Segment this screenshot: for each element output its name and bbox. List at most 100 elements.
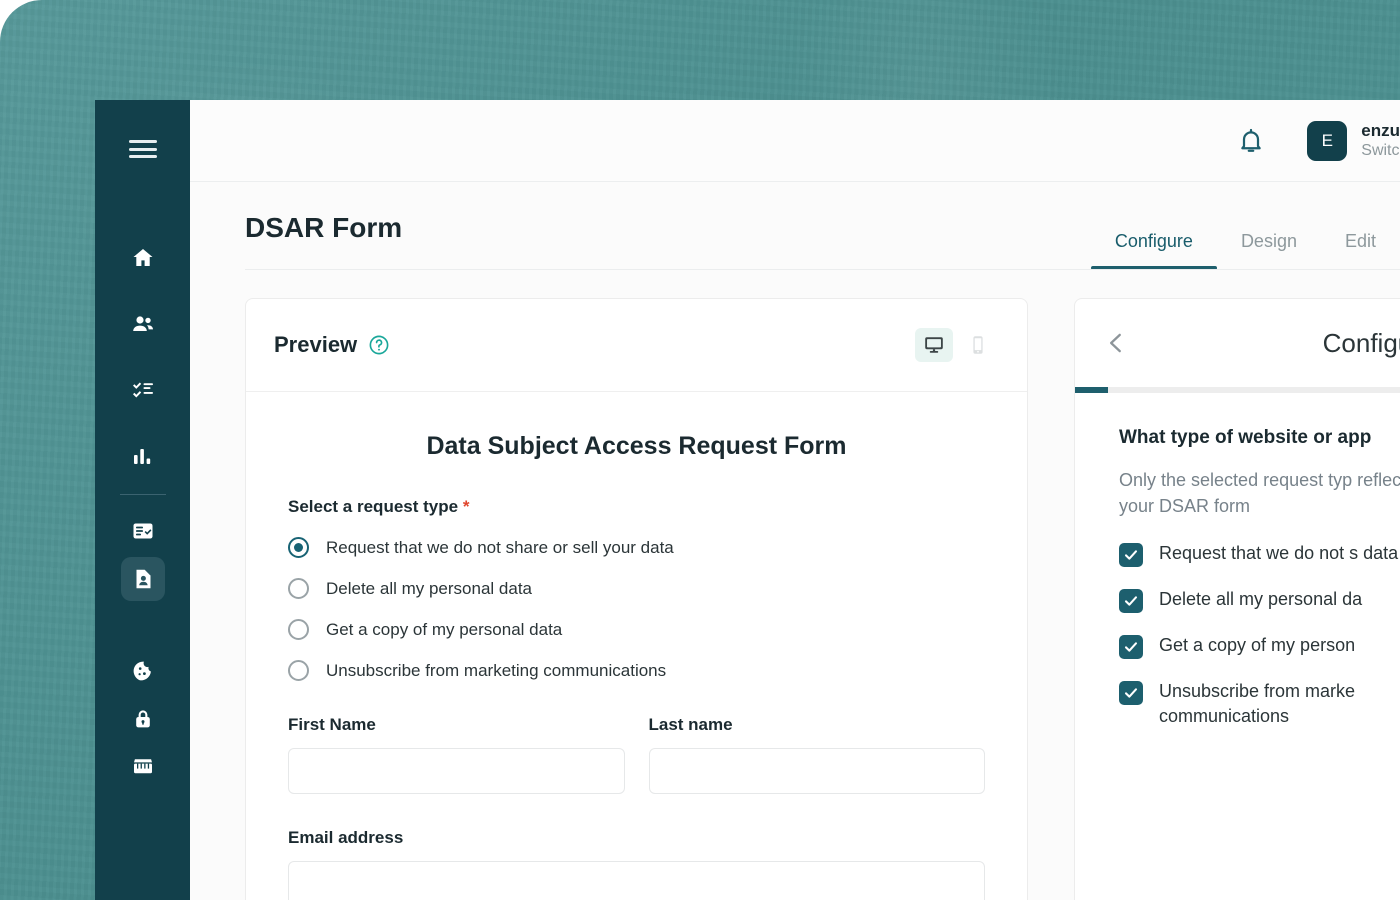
- mobile-view-button[interactable]: [959, 328, 997, 362]
- email-group: Email address: [288, 828, 985, 900]
- back-button[interactable]: [1101, 328, 1131, 358]
- preview-header: Preview: [246, 299, 1027, 392]
- checkbox-option[interactable]: Delete all my personal da: [1119, 587, 1400, 613]
- sidebar-item-people[interactable]: [121, 302, 165, 346]
- preview-label: Preview: [274, 332, 358, 357]
- app-window: E enzu Switc DSAR Form Configure Design …: [95, 100, 1400, 900]
- sidebar: [95, 100, 190, 900]
- checkbox-label: Get a copy of my person: [1159, 634, 1356, 655]
- preview-body: Data Subject Access Request Form Select …: [246, 392, 1027, 900]
- radio-option[interactable]: Request that we do not share or sell you…: [288, 537, 985, 558]
- configure-panel-body: What type of website or app Only the sel…: [1075, 393, 1400, 729]
- bar-chart-icon: [131, 444, 155, 468]
- radio-label: Request that we do not share or sell you…: [326, 537, 674, 557]
- sidebar-item-analytics[interactable]: [121, 434, 165, 478]
- top-bar: E enzu Switc: [190, 100, 1400, 182]
- request-type-label: Select a request type *: [288, 497, 985, 517]
- progress-bar-fill: [1075, 387, 1108, 393]
- people-icon: [131, 312, 155, 336]
- radio-indicator: [288, 578, 309, 599]
- account-text: enzu Switc: [1361, 120, 1400, 161]
- sidebar-secondary-group: [120, 509, 165, 601]
- hamburger-menu-icon[interactable]: [128, 140, 157, 158]
- checkbox-indicator: [1119, 680, 1143, 705]
- checkbox-indicator: [1119, 542, 1143, 567]
- chevron-left-icon: [1103, 330, 1129, 356]
- form-check-icon: [131, 519, 155, 543]
- hamburger-bar: [128, 155, 157, 158]
- last-name-group: Last name: [648, 715, 985, 794]
- hamburger-bar: [128, 147, 157, 151]
- checklist-icon: [131, 378, 155, 402]
- preview-card: Preview Data Subject Access Request Form…: [245, 298, 1028, 900]
- checkbox-label: Unsubscribe from marke communications: [1159, 680, 1356, 727]
- request-type-checkboxes: Request that we do not s data Delete all…: [1119, 541, 1400, 729]
- sidebar-item-tasks[interactable]: [121, 368, 165, 412]
- request-type-label-text: Select a request type: [288, 497, 459, 516]
- desktop-icon: [923, 334, 945, 356]
- checkbox-label: Delete all my personal da: [1159, 588, 1363, 609]
- tab-bar: Configure Design Edit: [1090, 231, 1400, 270]
- view-toggle: [915, 328, 997, 362]
- request-type-options: Request that we do not share or sell you…: [288, 537, 985, 681]
- configure-panel-header: Configure: [1075, 299, 1400, 387]
- configure-question: What type of website or app: [1119, 427, 1372, 448]
- radio-label: Get a copy of my personal data: [326, 619, 563, 639]
- avatar: E: [1307, 120, 1348, 161]
- hamburger-bar: [128, 140, 157, 143]
- account-switcher[interactable]: E enzu Switc: [1307, 120, 1400, 161]
- radio-indicator: [288, 660, 309, 681]
- sidebar-primary-group: [121, 236, 165, 478]
- notifications-button[interactable]: [1237, 127, 1265, 155]
- radio-indicator: [288, 619, 309, 640]
- page-header: DSAR Form Configure Design Edit: [190, 182, 1400, 270]
- checkbox-option[interactable]: Request that we do not s data: [1119, 541, 1400, 567]
- configure-panel: Configure What type of website or app On…: [1074, 298, 1400, 900]
- configure-description: Only the selected request typ reflected …: [1119, 469, 1400, 516]
- first-name-label: First Name: [288, 715, 376, 734]
- mobile-icon: [967, 334, 989, 356]
- first-name-input[interactable]: [288, 748, 625, 794]
- tab-edit[interactable]: Edit: [1321, 231, 1400, 270]
- sidebar-item-home[interactable]: [121, 236, 165, 280]
- sidebar-item-cookies[interactable]: [121, 649, 165, 693]
- radio-label: Delete all my personal data: [326, 578, 533, 598]
- tab-configure[interactable]: Configure: [1090, 231, 1217, 270]
- content-area: Preview Data Subject Access Request Form…: [190, 270, 1400, 900]
- question-circle-icon[interactable]: [368, 334, 390, 356]
- page-title: DSAR Form: [245, 212, 403, 243]
- desktop-view-button[interactable]: [915, 328, 953, 362]
- radio-indicator: [288, 537, 309, 558]
- radio-option[interactable]: Delete all my personal data: [288, 578, 985, 599]
- sidebar-item-store[interactable]: [121, 745, 165, 789]
- email-input[interactable]: [288, 861, 985, 900]
- radio-option[interactable]: Get a copy of my personal data: [288, 619, 985, 640]
- account-subtitle: Switc: [1361, 142, 1400, 160]
- checkbox-indicator: [1119, 634, 1143, 659]
- checkbox-option[interactable]: Get a copy of my person: [1119, 633, 1400, 659]
- document-person-icon: [131, 567, 155, 591]
- desktop-backdrop: E enzu Switc DSAR Form Configure Design …: [0, 0, 1400, 900]
- account-name: enzu: [1361, 120, 1400, 140]
- radio-label: Unsubscribe from marketing communication…: [326, 660, 667, 680]
- sidebar-item-privacy[interactable]: [121, 697, 165, 741]
- sidebar-item-forms[interactable]: [121, 509, 165, 553]
- checkbox-indicator: [1119, 588, 1143, 613]
- cookie-icon: [131, 659, 155, 683]
- last-name-label: Last name: [648, 715, 733, 734]
- email-label: Email address: [288, 828, 404, 847]
- sidebar-tertiary-group: [121, 649, 165, 789]
- checkbox-label: Request that we do not s data: [1159, 542, 1399, 563]
- storefront-icon: [131, 755, 155, 779]
- checkbox-option[interactable]: Unsubscribe from marke communications: [1119, 679, 1400, 729]
- tab-design[interactable]: Design: [1217, 231, 1321, 270]
- lock-icon: [131, 707, 155, 731]
- first-name-group: First Name: [288, 715, 625, 794]
- radio-option[interactable]: Unsubscribe from marketing communication…: [288, 660, 985, 681]
- form-title: Data Subject Access Request Form: [426, 432, 847, 460]
- required-marker: *: [462, 497, 470, 516]
- last-name-input[interactable]: [648, 748, 985, 794]
- sidebar-item-dsar-requests[interactable]: [120, 557, 165, 601]
- home-icon: [131, 246, 155, 270]
- sidebar-divider: [119, 494, 166, 495]
